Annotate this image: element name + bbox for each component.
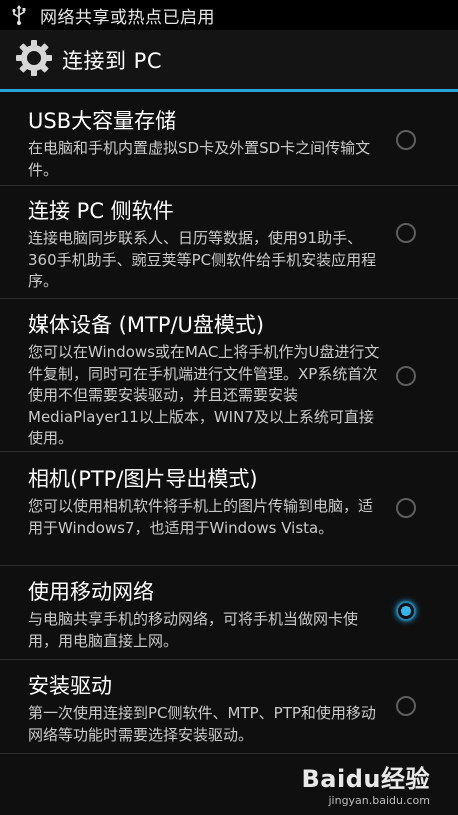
option-media-device[interactable]: 媒体设备 (MTP/U盘模式) 您可以在Windows或在MAC上将手机作为U盘…	[0, 299, 458, 452]
option-description: 在电脑和手机内置虚拟SD卡及外置SD卡之间传输文件。	[28, 139, 371, 179]
status-text: 网络共享或热点已启用	[40, 7, 215, 28]
usb-icon	[8, 4, 30, 26]
option-description: 您可以使用相机软件将手机上的图片传输到电脑，适用于Windows7，也适用于Wi…	[28, 497, 374, 537]
radio-button[interactable]	[396, 223, 416, 243]
radio-button[interactable]	[396, 498, 416, 518]
option-description: 第一次使用连接到PC侧软件、MTP、PTP和使用移动网络等功能时需要选择安装驱动…	[28, 704, 376, 744]
option-title: 安装驱动	[28, 674, 112, 698]
status-bar: 网络共享或热点已启用	[0, 0, 458, 30]
option-title: 使用移动网络	[28, 580, 154, 604]
option-description: 与电脑共享手机的移动网络，可将手机当做网卡使用，用电脑直接上网。	[28, 610, 359, 650]
radio-button-selected[interactable]	[396, 601, 416, 621]
option-description: 您可以在Windows或在MAC上将手机作为U盘进行文件复制，同时可在手机端进行…	[28, 343, 380, 447]
option-description: 连接电脑同步联系人、日历等数据，使用91助手、360手机助手、豌豆荚等PC侧软件…	[28, 229, 377, 290]
page-title: 连接到 PC	[62, 48, 163, 73]
option-camera-ptp[interactable]: 相机(PTP/图片导出模式) 您可以使用相机软件将手机上的图片传输到电脑，适用于…	[0, 452, 458, 566]
option-pc-software[interactable]: 连接 PC 侧软件 连接电脑同步联系人、日历等数据，使用91助手、360手机助手…	[0, 186, 458, 299]
gear-icon[interactable]	[0, 38, 54, 82]
option-title: 连接 PC 侧软件	[28, 199, 174, 223]
connection-options-list: USB大容量存储 在电脑和手机内置虚拟SD卡及外置SD卡之间传输文件。 连接 P…	[0, 95, 458, 754]
watermark-logo: Baidu经验	[301, 765, 430, 793]
option-title: 相机(PTP/图片导出模式)	[28, 467, 258, 491]
radio-button[interactable]	[396, 696, 416, 716]
radio-button[interactable]	[396, 130, 416, 150]
radio-button[interactable]	[396, 366, 416, 386]
option-mobile-network[interactable]: 使用移动网络 与电脑共享手机的移动网络，可将手机当做网卡使用，用电脑直接上网。	[0, 566, 458, 660]
option-title: 媒体设备 (MTP/U盘模式)	[28, 313, 265, 337]
option-usb-storage[interactable]: USB大容量存储 在电脑和手机内置虚拟SD卡及外置SD卡之间传输文件。	[0, 95, 458, 186]
option-title: USB大容量存储	[28, 109, 177, 133]
baidu-jingyan-watermark: Baidu经验 jingyan.baidu.com	[302, 759, 430, 807]
option-install-driver[interactable]: 安装驱动 第一次使用连接到PC侧软件、MTP、PTP和使用移动网络等功能时需要选…	[0, 660, 458, 754]
action-bar: 连接到 PC	[0, 30, 458, 92]
watermark-url: jingyan.baidu.com	[328, 794, 430, 807]
